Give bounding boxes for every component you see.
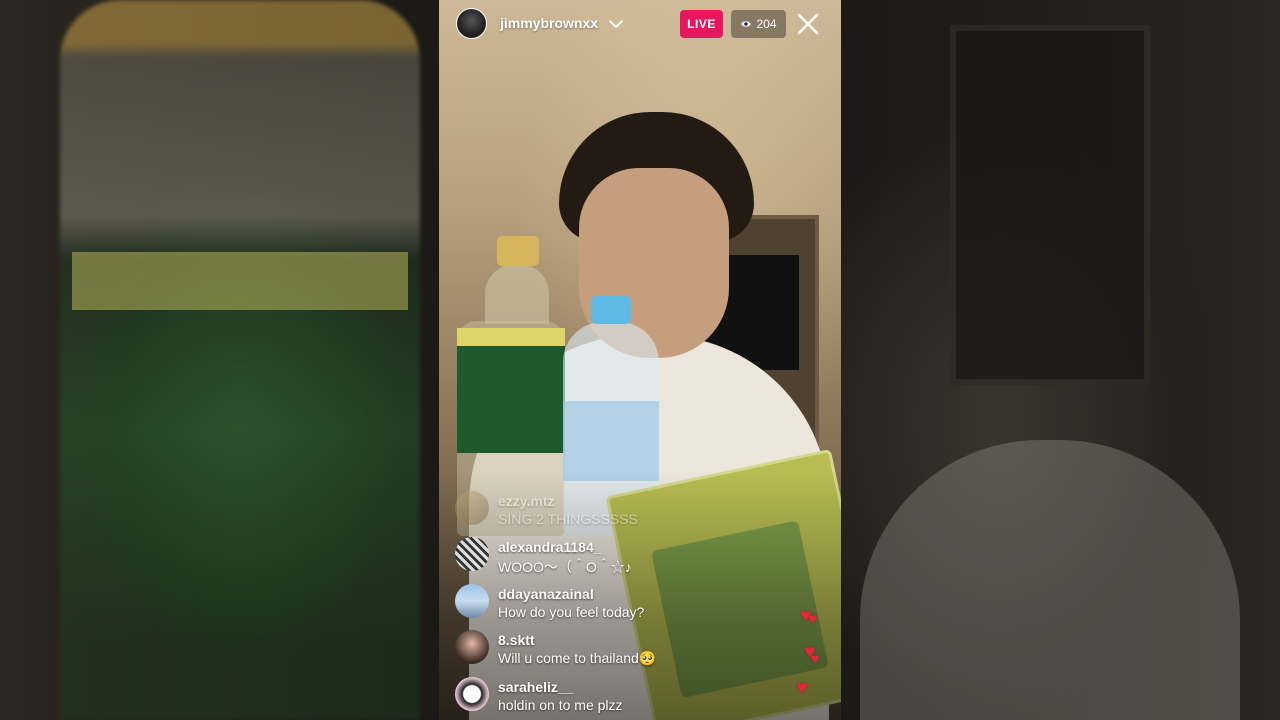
avatar[interactable] <box>455 630 489 664</box>
comment-item[interactable]: 8.sktt Will u come to thailand🥺 <box>455 629 755 669</box>
live-badge: LIVE <box>680 10 723 38</box>
viewer-count: 204 <box>756 17 777 31</box>
heart-icon: ♥ <box>796 677 808 699</box>
live-stream-view[interactable]: jimmybrownxx LIVE 204 ezzy.mtz SING 2 TH… <box>439 0 841 720</box>
heart-icon: ♥ <box>810 651 820 668</box>
comment-username[interactable]: saraheliz__ <box>498 679 574 695</box>
comment-item[interactable]: ddayanazainal How do you feel today? <box>455 583 755 623</box>
comment-message: How do you feel today? <box>498 604 645 620</box>
comment-username[interactable]: ezzy.mtz <box>498 493 555 509</box>
comment-message: SING 2 THINGSSSSS <box>498 511 638 527</box>
background-frame <box>950 25 1150 385</box>
comment-message: Will u come to thailand🥺 <box>498 650 657 666</box>
avatar[interactable] <box>455 584 489 618</box>
background-bottle-label <box>72 252 408 310</box>
comment-username[interactable]: alexandra1184_ <box>498 539 602 555</box>
comment-item[interactable]: alexandra1184_ WOOO～（＾O＾☆♪ <box>455 536 755 576</box>
host-avatar[interactable] <box>456 8 487 39</box>
comment-message: WOOO～（＾O＾☆♪ <box>498 559 632 575</box>
background-bottle-image <box>60 0 420 720</box>
comment-message: holdin on to me plzz <box>498 697 623 713</box>
host-username[interactable]: jimmybrownxx <box>500 15 598 31</box>
comment-username[interactable]: ddayanazainal <box>498 586 594 602</box>
floating-hearts: ♥ ♥ ♥ ♥ ♥ <box>794 605 834 705</box>
close-icon[interactable] <box>794 10 822 38</box>
avatar[interactable] <box>455 491 489 525</box>
comment-item[interactable]: ezzy.mtz SING 2 THINGSSSSS <box>455 490 755 530</box>
comment-item[interactable]: saraheliz__ holdin on to me plzz <box>455 676 755 716</box>
eye-icon <box>741 21 752 27</box>
heart-icon: ♥ <box>808 611 818 628</box>
chevron-down-icon[interactable] <box>607 15 625 33</box>
comment-username[interactable]: 8.sktt <box>498 632 535 648</box>
live-header: jimmybrownxx LIVE 204 <box>439 0 841 48</box>
avatar[interactable] <box>455 537 489 571</box>
viewer-count-badge[interactable]: 204 <box>731 10 786 38</box>
avatar[interactable] <box>455 677 489 711</box>
